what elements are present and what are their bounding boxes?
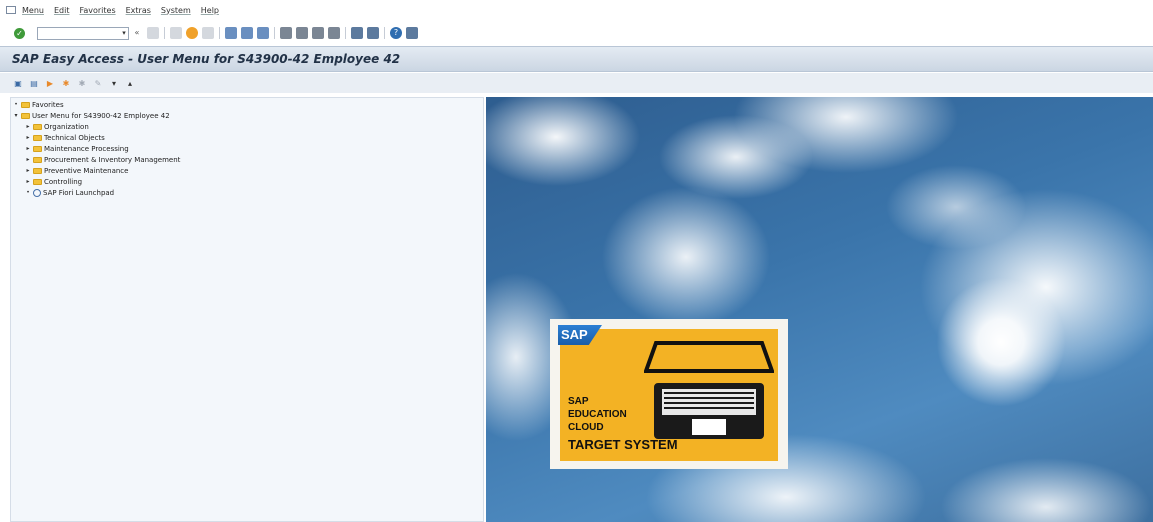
menu-window-icon[interactable] <box>6 6 16 14</box>
menu-bar: Menu Edit Favorites Extras System Help <box>0 0 1153 20</box>
tree-node-technical-objects[interactable]: ▸ Technical Objects <box>25 133 105 142</box>
tree-node-controlling[interactable]: ▸ Controlling <box>25 177 82 186</box>
print-icon[interactable] <box>225 27 237 39</box>
toolbar-divider <box>274 27 275 39</box>
menu-item-extras[interactable]: Extras <box>126 6 151 15</box>
sun-glow <box>936 277 1066 407</box>
tree-node-procurement[interactable]: ▸ Procurement & Inventory Management <box>25 155 180 164</box>
collapsed-triangle-icon[interactable]: ▸ <box>25 156 31 163</box>
tree-node-label: Preventive Maintenance <box>44 166 129 175</box>
collapsed-triangle-icon[interactable]: ▸ <box>25 134 31 141</box>
folder-icon <box>21 112 30 119</box>
tree-node-label: User Menu for S43900-42 Employee 42 <box>32 111 170 120</box>
first-page-icon[interactable] <box>280 27 292 39</box>
expand-toolbar-icon[interactable]: « <box>131 27 143 39</box>
tree-node-fiori-launchpad[interactable]: • SAP Fiori Launchpad <box>25 188 114 197</box>
collapsed-triangle-icon[interactable]: ▸ <box>25 178 31 185</box>
menu-item-edit[interactable]: Edit <box>54 6 70 15</box>
tree-node-favorites[interactable]: • Favorites <box>13 100 64 109</box>
menu-item-menu[interactable]: Menu <box>22 6 44 15</box>
tree-node-label: Organization <box>44 122 89 131</box>
fiori-launchpad-icon <box>33 188 41 197</box>
logo-yellow-panel: SAP SAP EDUCATION CLOUD TARGET SYSTEM <box>558 325 778 461</box>
education-cloud-logo: SAP SAP EDUCATION CLOUD TARGET SYSTEM <box>550 319 788 469</box>
folder-icon <box>21 101 30 108</box>
menu-item-favorites[interactable]: Favorites <box>79 6 115 15</box>
tree-node-label: Controlling <box>44 177 83 186</box>
next-page-icon[interactable] <box>312 27 324 39</box>
create-session-icon[interactable] <box>351 27 363 39</box>
sap-menu-icon[interactable]: ▤ <box>28 78 40 89</box>
cancel-icon[interactable] <box>202 27 214 39</box>
page-title: SAP Easy Access - User Menu for S43900-4… <box>12 52 401 66</box>
tree-node-label: Procurement & Inventory Management <box>44 155 181 164</box>
change-favorite-icon[interactable]: ✎ <box>92 78 104 89</box>
laptop-icon <box>644 341 774 439</box>
enter-icon[interactable]: ✓ <box>14 27 25 39</box>
folder-icon <box>33 167 42 174</box>
application-toolbar: ▣ ▤ ▶ ✱ ✱ ✎ ▾ ▴ <box>0 73 1153 93</box>
tree-node-maintenance-processing[interactable]: ▸ Maintenance Processing <box>25 144 129 153</box>
collapse-icon[interactable]: ▴ <box>124 78 136 89</box>
tree-node-organization[interactable]: ▸ Organization <box>25 122 89 131</box>
collapsed-triangle-icon[interactable]: ▸ <box>25 167 31 174</box>
collapsed-triangle-icon[interactable]: ▸ <box>25 123 31 130</box>
target-system-text: TARGET SYSTEM <box>568 437 678 452</box>
folder-icon <box>33 134 42 141</box>
command-field[interactable]: ▾ <box>37 26 129 40</box>
folder-icon <box>33 156 42 163</box>
expanded-triangle-icon[interactable]: ▾ <box>13 112 19 119</box>
exit-icon[interactable] <box>186 27 198 39</box>
other-menu-icon[interactable]: ▣ <box>12 78 24 89</box>
menu-item-system[interactable]: System <box>161 6 191 15</box>
standard-toolbar: ✓ ▾ « ? <box>0 22 1153 44</box>
expand-icon[interactable]: ▾ <box>108 78 120 89</box>
toolbar-divider <box>164 27 165 39</box>
collapsed-bullet-icon[interactable]: • <box>13 101 19 108</box>
shortcut-icon[interactable] <box>367 27 379 39</box>
toolbar-divider <box>219 27 220 39</box>
tree-node-label: Favorites <box>32 100 64 109</box>
folder-icon <box>33 123 42 130</box>
user-menu-icon[interactable]: ▶ <box>44 78 56 89</box>
save-icon[interactable] <box>147 27 159 39</box>
collapsed-triangle-icon[interactable]: ▸ <box>25 145 31 152</box>
back-icon[interactable] <box>170 27 182 39</box>
previous-page-icon[interactable] <box>296 27 308 39</box>
last-page-icon[interactable] <box>328 27 340 39</box>
title-bar: SAP Easy Access - User Menu for S43900-4… <box>0 46 1153 72</box>
layout-menu-icon[interactable] <box>406 27 418 39</box>
find-next-icon[interactable] <box>257 27 269 39</box>
tree-node-label: SAP Fiori Launchpad <box>43 188 115 197</box>
menu-tree: • Favorites ▾ User Menu for S43900-42 Em… <box>10 97 484 522</box>
sap-logo: SAP <box>558 325 602 345</box>
toolbar-divider <box>345 27 346 39</box>
chevron-down-icon[interactable]: ▾ <box>120 28 128 39</box>
find-icon[interactable] <box>241 27 253 39</box>
toolbar-divider <box>384 27 385 39</box>
tree-node-user-menu[interactable]: ▾ User Menu for S43900-42 Employee 42 <box>13 111 170 120</box>
add-favorite-icon[interactable]: ✱ <box>60 78 72 89</box>
tree-node-preventive-maintenance[interactable]: ▸ Preventive Maintenance <box>25 166 128 175</box>
folder-icon <box>33 178 42 185</box>
folder-icon <box>33 145 42 152</box>
tree-node-label: Technical Objects <box>44 133 105 142</box>
sky-background-image: SAP SAP EDUCATION CLOUD TARGET SYSTEM <box>486 97 1153 522</box>
menu-item-help[interactable]: Help <box>201 6 219 15</box>
delete-favorite-icon[interactable]: ✱ <box>76 78 88 89</box>
education-cloud-text: SAP EDUCATION CLOUD <box>568 396 627 433</box>
command-field-input[interactable] <box>38 28 120 38</box>
tree-node-label: Maintenance Processing <box>44 144 129 153</box>
bullet-icon: • <box>26 189 30 196</box>
help-icon[interactable]: ? <box>390 27 402 39</box>
